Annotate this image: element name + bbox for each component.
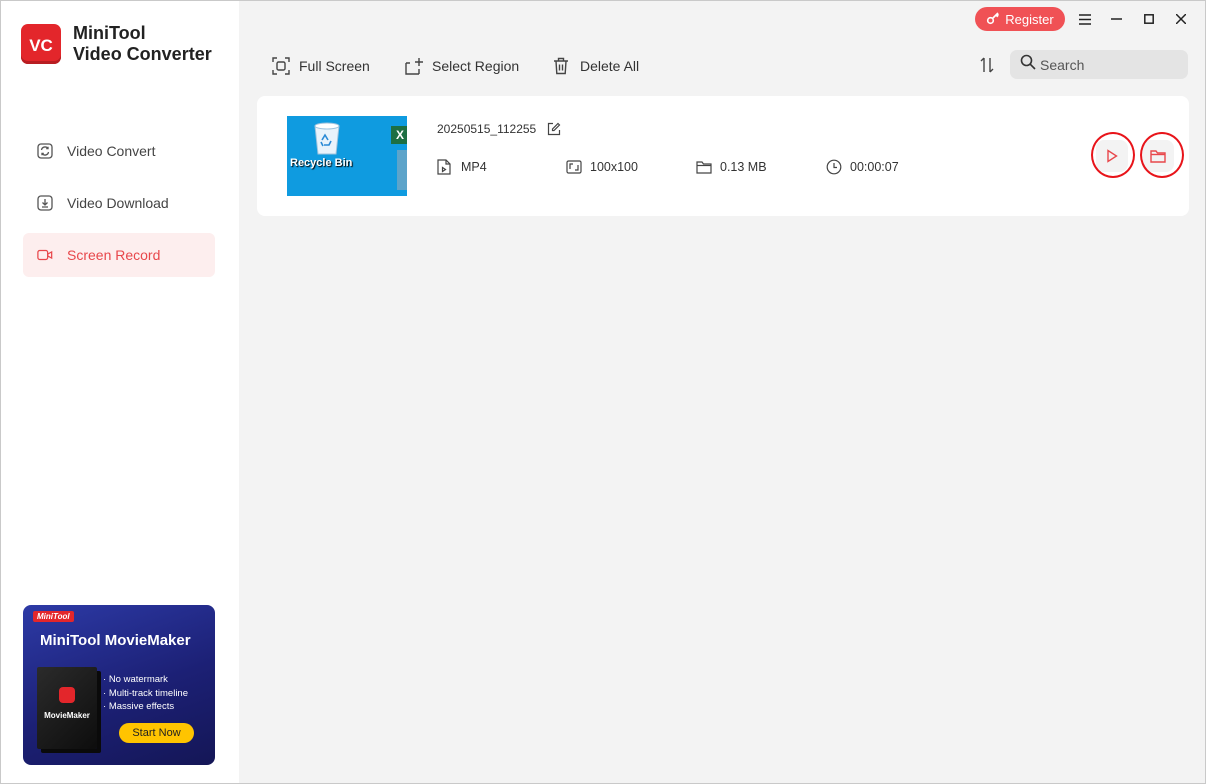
format-value: MP4 — [461, 160, 487, 174]
sidebar-item-screen-record[interactable]: Screen Record — [23, 233, 215, 277]
duration-info: 00:00:07 — [826, 159, 899, 175]
sidebar-item-video-convert[interactable]: Video Convert — [23, 129, 215, 173]
select-region-button[interactable]: Select Region — [405, 55, 519, 77]
video-camera-icon — [37, 247, 53, 263]
menu-icon[interactable] — [1075, 9, 1095, 29]
full-screen-label: Full Screen — [299, 58, 370, 74]
delete-all-label: Delete All — [580, 58, 640, 74]
clock-icon — [826, 159, 842, 175]
search-icon — [1020, 54, 1036, 75]
size-value: 0.13 MB — [720, 160, 767, 174]
file-video-icon — [437, 159, 453, 175]
app-name: MiniTool Video Converter — [73, 23, 212, 65]
close-icon[interactable] — [1171, 9, 1191, 29]
moviemaker-box-image: MovieMaker — [37, 667, 97, 749]
maximize-icon[interactable] — [1139, 9, 1159, 29]
moviemaker-logo-icon — [59, 687, 75, 703]
play-icon — [1107, 149, 1118, 163]
resolution-value: 100x100 — [590, 160, 638, 174]
minimize-icon[interactable] — [1106, 9, 1126, 29]
promo-feature: · No watermark — [103, 674, 168, 685]
select-region-icon — [405, 57, 423, 75]
search-box[interactable] — [1010, 50, 1188, 79]
app-logo: VC MiniTool Video Converter — [21, 23, 212, 65]
recording-filename-row: 20250515_112255 — [437, 122, 561, 136]
app-window: VC MiniTool Video Converter Video Conver… — [0, 0, 1206, 784]
promo-feature: · Massive effects — [103, 701, 175, 712]
promo-brand-logo: MiniTool — [33, 611, 74, 622]
sidebar-item-label: Video Download — [67, 195, 169, 211]
promo-feature: · Multi-track timeline — [103, 687, 188, 699]
app-name-line1: MiniTool — [73, 23, 146, 43]
sidebar-nav: Video Convert Video Download Screen Reco… — [23, 129, 215, 285]
sidebar: VC MiniTool Video Converter Video Conver… — [1, 1, 239, 783]
format-info: MP4 — [437, 159, 487, 175]
excel-icon: X — [391, 126, 407, 144]
sidebar-item-label: Screen Record — [67, 247, 161, 263]
recycle-bin-icon — [314, 122, 340, 155]
moviemaker-promo-banner[interactable]: MiniTool MiniTool MovieMaker MovieMaker … — [23, 605, 215, 765]
play-button[interactable] — [1096, 140, 1128, 172]
sidebar-item-video-download[interactable]: Video Download — [23, 181, 215, 225]
recording-filename: 20250515_112255 — [437, 122, 537, 136]
app-name-line2: Video Converter — [73, 44, 212, 64]
sidebar-item-label: Video Convert — [67, 143, 156, 159]
open-folder-icon — [1150, 150, 1166, 163]
logo-text: VC — [29, 36, 53, 55]
full-screen-icon — [272, 57, 290, 75]
start-now-button[interactable]: Start Now — [119, 723, 194, 743]
resolution-info: 100x100 — [566, 159, 638, 175]
select-region-label: Select Region — [432, 58, 520, 74]
resolution-icon — [566, 159, 582, 175]
download-icon — [37, 195, 53, 211]
recording-thumbnail[interactable]: Recycle Bin X — [287, 116, 407, 196]
trash-icon — [553, 57, 571, 75]
key-icon — [986, 11, 1000, 28]
promo-features: · No watermark · Multi-track timeline · … — [103, 673, 188, 714]
duration-value: 00:00:07 — [850, 160, 899, 174]
full-screen-button[interactable]: Full Screen — [272, 55, 370, 77]
open-folder-button[interactable] — [1142, 140, 1174, 172]
promo-title: MiniTool MovieMaker — [40, 632, 191, 649]
edit-icon[interactable] — [547, 122, 561, 136]
promo-box-label: MovieMaker — [44, 711, 90, 720]
thumbnail-strip — [397, 150, 407, 190]
convert-icon — [37, 143, 53, 159]
size-info: 0.13 MB — [696, 159, 767, 175]
register-label: Register — [1005, 11, 1054, 27]
recording-list-item[interactable]: Recycle Bin X 20250515_112255 MP4 100x10… — [257, 96, 1189, 216]
folder-icon — [696, 159, 712, 175]
register-button[interactable]: Register — [975, 7, 1065, 31]
sort-icon[interactable] — [977, 55, 997, 75]
search-input[interactable] — [1040, 56, 1180, 73]
delete-all-button[interactable]: Delete All — [553, 55, 639, 77]
vc-logo-icon: VC — [21, 24, 61, 64]
thumbnail-label: Recycle Bin — [290, 157, 353, 169]
